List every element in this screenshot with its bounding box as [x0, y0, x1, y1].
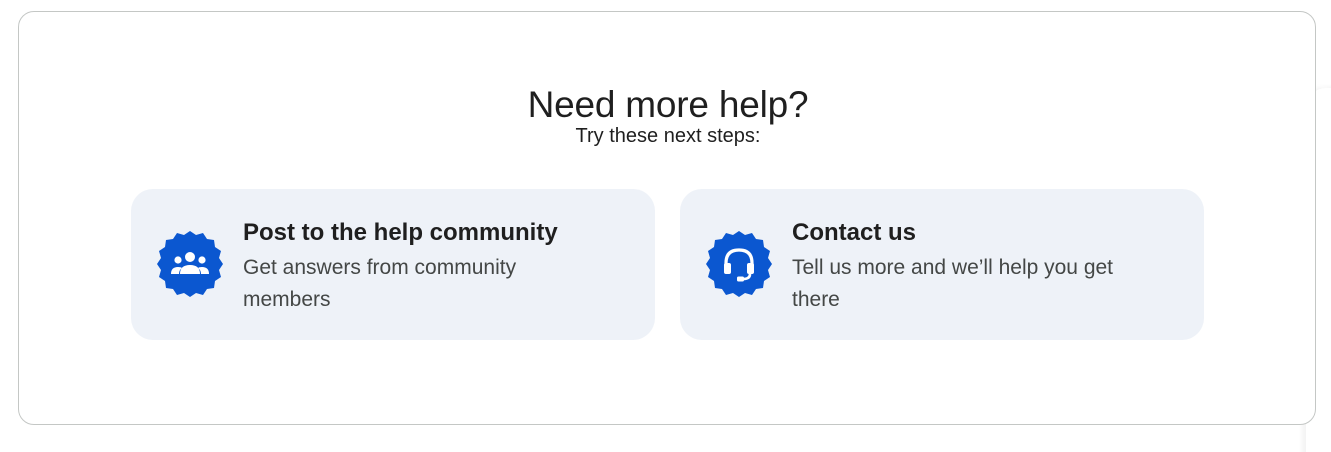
card-title: Post to the help community: [243, 219, 558, 246]
page: Need more help? Try these next steps: Po…: [0, 0, 1331, 452]
card-description: Tell us more and we’ll help you get ther…: [792, 256, 1114, 311]
community-icon: [155, 229, 225, 299]
help-subtitle: Try these next steps:: [575, 125, 761, 147]
contact-us-card[interactable]: Contact us Tell us more and we’ll help y…: [680, 189, 1204, 340]
card-description: Get answers from community members: [243, 256, 517, 311]
help-title: Need more help?: [527, 84, 809, 125]
post-to-community-card[interactable]: Post to the help community Get answers f…: [131, 189, 655, 340]
headset-icon: [704, 229, 774, 299]
help-panel: Need more help? Try these next steps: Po…: [18, 11, 1316, 425]
card-title: Contact us: [792, 219, 917, 246]
